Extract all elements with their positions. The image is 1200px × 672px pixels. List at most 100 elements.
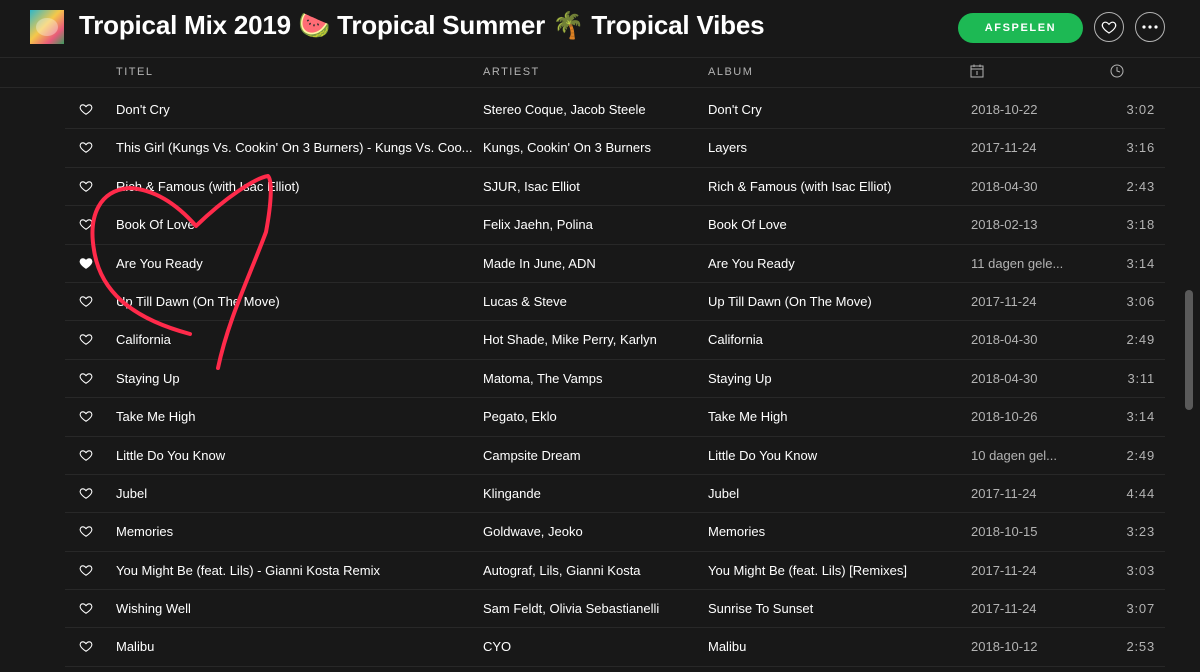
track-artist[interactable]: Hot Shade, Mike Perry, Karlyn — [483, 332, 688, 347]
track-album[interactable]: Staying Up — [708, 371, 958, 386]
heart-icon[interactable] — [79, 601, 93, 615]
heart-icon[interactable] — [79, 102, 93, 116]
heart-icon[interactable] — [79, 486, 93, 500]
track-row[interactable]: Are You Ready Made In June, ADN Are You Re… — [65, 245, 1165, 283]
track-artist[interactable]: Matoma, The Vamps — [483, 371, 688, 386]
track-row[interactable]: Jubel Klingande Jubel 2017-11-24 4:44 — [65, 475, 1165, 514]
track-title[interactable]: Malibu — [116, 639, 476, 654]
track-album[interactable]: Sunrise To Sunset — [708, 601, 958, 616]
track-row[interactable]: Wishing Well Sam Feldt, Olivia Sebastiane… — [65, 590, 1165, 629]
column-title[interactable]: TITEL — [116, 66, 153, 78]
track-album[interactable]: Book Of Love — [708, 217, 958, 232]
track-album[interactable]: Rich & Famous (with Isac Elliot) — [708, 179, 958, 194]
column-album[interactable]: ALBUM — [708, 66, 753, 78]
track-duration: 3:23 — [1126, 524, 1155, 540]
track-date-added: 10 dagen gel... — [971, 447, 1058, 463]
heart-icon[interactable] — [79, 332, 93, 346]
heart-icon[interactable] — [79, 639, 93, 653]
track-title[interactable]: California — [116, 332, 476, 347]
heart-icon[interactable] — [79, 524, 93, 538]
track-artist[interactable]: Sam Feldt, Olivia Sebastianelli — [483, 601, 688, 616]
track-column-headers: TITEL ARTIEST ALBUM — [0, 58, 1200, 88]
heart-icon[interactable] — [79, 256, 93, 270]
track-artist[interactable]: Lucas & Steve — [483, 294, 688, 309]
track-album[interactable]: Take Me High — [708, 409, 958, 424]
track-album[interactable]: Little Do You Know — [708, 448, 958, 463]
track-album[interactable]: Malibu — [708, 639, 958, 654]
heart-icon[interactable] — [79, 294, 93, 308]
track-duration: 2:49 — [1126, 447, 1155, 463]
heart-icon[interactable] — [79, 409, 93, 423]
track-album[interactable]: Up Till Dawn (On The Move) — [708, 294, 958, 309]
heart-icon — [1101, 21, 1117, 34]
heart-icon[interactable] — [79, 563, 93, 577]
track-artist[interactable]: Klingande — [483, 486, 688, 501]
heart-icon[interactable] — [79, 371, 93, 385]
track-row[interactable]: You Might Be (feat. Lils) - Gianni Kosta… — [65, 552, 1165, 591]
track-title[interactable]: Take Me High — [116, 409, 476, 424]
track-album[interactable]: Don't Cry — [708, 102, 958, 117]
save-playlist-button[interactable] — [1094, 12, 1124, 42]
track-artist[interactable]: CYO — [483, 639, 688, 654]
track-list: Don't Cry Stereo Coque, Jacob Steele Don't… — [0, 91, 1200, 667]
heart-icon[interactable] — [79, 217, 93, 231]
track-row[interactable]: This Girl (Kungs Vs. Cookin' On 3 Burner… — [65, 129, 1165, 168]
track-row[interactable]: Take Me High Pegato, Eklo Take Me High 2018… — [65, 398, 1165, 437]
heart-icon[interactable] — [79, 140, 93, 154]
track-title[interactable]: Jubel — [116, 486, 476, 501]
track-title[interactable]: Don't Cry — [116, 102, 476, 117]
track-row[interactable]: Rich & Famous (with Isac Elliot) SJUR, Is… — [65, 168, 1165, 207]
track-date-added: 2018-10-12 — [971, 639, 1038, 655]
track-duration: 3:07 — [1126, 601, 1155, 617]
track-row[interactable]: Little Do You Know Campsite Dream Little D… — [65, 437, 1165, 475]
track-artist[interactable]: Stereo Coque, Jacob Steele — [483, 102, 688, 117]
track-album[interactable]: Layers — [708, 140, 958, 155]
track-date-added: 2017-11-24 — [971, 293, 1037, 309]
track-row[interactable]: Malibu CYO Malibu 2018-10-12 2:53 — [65, 628, 1165, 667]
track-row[interactable]: Don't Cry Stereo Coque, Jacob Steele Don't… — [65, 91, 1165, 130]
heart-icon[interactable] — [79, 448, 93, 462]
track-duration: 3:03 — [1126, 562, 1155, 578]
track-title[interactable]: This Girl (Kungs Vs. Cookin' On 3 Burner… — [116, 140, 476, 155]
track-album[interactable]: You Might Be (feat. Lils) [Remixes] — [708, 563, 958, 578]
track-artist[interactable]: SJUR, Isac Elliot — [483, 179, 688, 194]
track-artist[interactable]: Pegato, Eklo — [483, 409, 688, 424]
track-row[interactable]: Memories Goldwave, Jeoko Memories 2018-10-1… — [65, 513, 1165, 552]
track-date-added: 2018-10-15 — [971, 524, 1038, 540]
track-row[interactable]: California Hot Shade, Mike Perry, Karlyn C… — [65, 321, 1165, 360]
track-artist[interactable]: Goldwave, Jeoko — [483, 524, 688, 539]
play-button[interactable]: AFSPELEN — [958, 13, 1083, 43]
track-album[interactable]: Jubel — [708, 486, 958, 501]
track-artist[interactable]: Kungs, Cookin' On 3 Burners — [483, 140, 688, 155]
track-title[interactable]: Are You Ready — [116, 256, 476, 271]
track-row[interactable]: Book Of Love Felix Jaehn, Polina Book Of L… — [65, 206, 1165, 245]
column-date[interactable] — [970, 64, 984, 81]
track-title[interactable]: Little Do You Know — [116, 448, 476, 463]
heart-icon[interactable] — [79, 179, 93, 193]
scrollbar-thumb[interactable] — [1185, 290, 1193, 410]
column-artist[interactable]: ARTIEST — [483, 66, 540, 78]
track-duration: 3:18 — [1126, 217, 1155, 233]
track-title[interactable]: Wishing Well — [116, 601, 476, 616]
track-title[interactable]: You Might Be (feat. Lils) - Gianni Kosta… — [116, 563, 476, 578]
track-title[interactable]: Up Till Dawn (On The Move) — [116, 294, 476, 309]
track-row[interactable]: Staying Up Matoma, The Vamps Staying Up 201… — [65, 360, 1165, 399]
track-title[interactable]: Book Of Love — [116, 217, 476, 232]
track-album[interactable]: Are You Ready — [708, 256, 958, 271]
track-artist[interactable]: Campsite Dream — [483, 448, 688, 463]
track-artist[interactable]: Made In June, ADN — [483, 256, 688, 271]
track-duration: 3:06 — [1126, 293, 1155, 309]
track-duration: 2:49 — [1126, 332, 1155, 348]
track-row[interactable]: Up Till Dawn (On The Move) Lucas & Steve U… — [65, 283, 1165, 322]
track-album[interactable]: Memories — [708, 524, 958, 539]
track-date-added: 2018-10-26 — [971, 409, 1038, 425]
calendar-icon — [970, 64, 984, 78]
track-artist[interactable]: Autograf, Lils, Gianni Kosta — [483, 563, 688, 578]
track-title[interactable]: Rich & Famous (with Isac Elliot) — [116, 179, 476, 194]
track-title[interactable]: Staying Up — [116, 371, 476, 386]
more-options-button[interactable] — [1135, 12, 1165, 42]
column-duration[interactable] — [1110, 64, 1124, 81]
track-title[interactable]: Memories — [116, 524, 476, 539]
track-album[interactable]: California — [708, 332, 958, 347]
track-artist[interactable]: Felix Jaehn, Polina — [483, 217, 688, 232]
